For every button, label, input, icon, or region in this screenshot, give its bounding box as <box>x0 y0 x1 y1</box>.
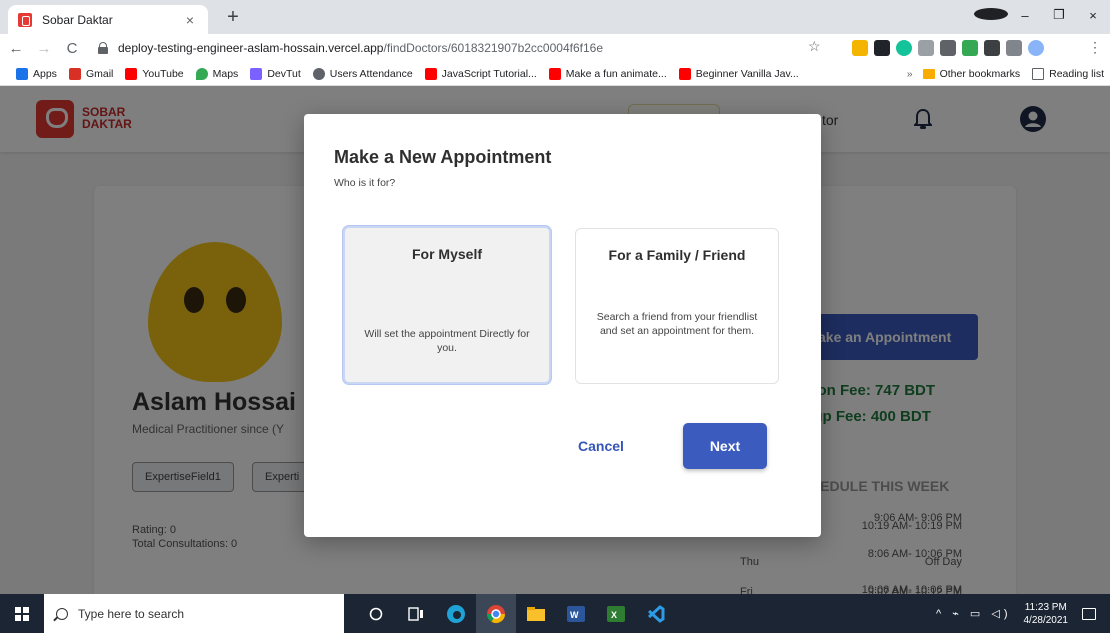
reload-icon[interactable]: C <box>60 40 84 57</box>
grammarly-icon[interactable] <box>896 40 912 56</box>
window-controls: – ❐ × <box>974 0 1110 30</box>
browser-tab[interactable]: Sobar Daktar × <box>8 5 208 34</box>
task-view-icon[interactable] <box>396 594 436 633</box>
svg-text:X: X <box>611 610 617 620</box>
word-icon[interactable]: W <box>556 594 596 633</box>
reading-list[interactable]: Reading list <box>1032 68 1104 80</box>
tab-title: Sobar Daktar <box>42 12 113 27</box>
clock[interactable]: 11:23 PM 4/28/2021 <box>1024 601 1069 627</box>
bookmark-item[interactable]: Users Attendance <box>312 67 413 80</box>
cancel-button[interactable]: Cancel <box>556 432 646 460</box>
edge-browser-icon[interactable] <box>436 594 476 633</box>
apps-grid-icon <box>16 67 28 80</box>
url-path: /findDoctors/6018321907b2cc0004f6f16e <box>383 41 603 55</box>
bookmarks-bar-right: » Other bookmarks Reading list <box>907 62 1104 86</box>
puzzle-extensions-icon[interactable] <box>984 40 1000 56</box>
shield-extension-icon[interactable] <box>962 40 978 56</box>
cortana-icon[interactable] <box>356 594 396 633</box>
bookmarks-bar: Apps Gmail YouTube Maps DevTut Users Att… <box>0 62 1110 86</box>
bookmark-item[interactable]: Gmail <box>68 67 113 80</box>
media-queue-icon[interactable] <box>1006 40 1022 56</box>
screen-capture-icon[interactable] <box>940 40 956 56</box>
bookmark-item[interactable]: Make a fun animate... <box>548 67 667 80</box>
clock-time: 11:23 PM <box>1024 601 1067 613</box>
new-tab-button[interactable]: + <box>222 6 244 28</box>
reading-list-icon <box>1032 68 1045 80</box>
tab-close-icon[interactable]: × <box>182 12 198 28</box>
youtube-icon <box>548 67 561 80</box>
react-devtools-icon[interactable] <box>874 40 890 56</box>
minimize-button[interactable]: – <box>1008 8 1042 23</box>
chrome-menu-icon[interactable]: ⋮ <box>1088 39 1102 56</box>
site-favicon-icon <box>18 12 32 27</box>
next-button[interactable]: Next <box>683 423 767 469</box>
windows-taskbar: Type here to search W X ^ ⌁ ▭ ◁) 11:23 P… <box>0 594 1110 633</box>
youtube-icon <box>125 67 138 80</box>
extensions-area <box>852 40 1044 56</box>
other-bookmarks[interactable]: Other bookmarks <box>922 68 1020 80</box>
bookmarks-overflow-button[interactable]: » <box>907 68 913 80</box>
close-window-button[interactable]: × <box>1076 8 1110 23</box>
notifications-icon[interactable] <box>1082 607 1096 620</box>
xampp-icon[interactable]: X <box>596 594 636 633</box>
search-icon <box>56 607 68 620</box>
youtube-icon <box>424 67 437 80</box>
appointment-modal: Make a New Appointment Who is it for? Fo… <box>304 114 821 537</box>
forward-arrow-icon[interactable]: → <box>32 40 56 57</box>
search-placeholder: Type here to search <box>78 606 185 621</box>
chrome-browser-icon[interactable] <box>476 594 516 633</box>
option-for-family-friend[interactable]: For a Family / Friend Search a friend fr… <box>575 228 779 384</box>
tray-icons[interactable]: ^ ⌁ ▭ ◁) <box>936 607 1011 620</box>
clock-date: 4/28/2021 <box>1023 614 1069 626</box>
youtube-icon <box>678 67 691 80</box>
bookmark-item[interactable]: YouTube <box>125 67 184 80</box>
vscode-icon[interactable] <box>636 594 676 633</box>
url-host: deploy-testing-engineer-aslam-hossain.ve… <box>118 41 384 55</box>
user-avatar-icon[interactable] <box>1028 40 1044 56</box>
devtut-icon <box>250 67 263 80</box>
profile-icon[interactable] <box>974 7 1008 23</box>
bookmark-item[interactable]: Apps <box>16 67 57 80</box>
folder-icon <box>922 69 935 79</box>
browser-toolbar: ← → C deploy-testing-engineer-aslam-hoss… <box>0 34 1110 62</box>
maps-icon <box>195 67 208 80</box>
lock-icon[interactable] <box>98 42 108 54</box>
option-description: Search a friend from your friendlist and… <box>596 311 758 337</box>
globe-icon <box>312 67 325 80</box>
thumbs-up-extension-icon[interactable] <box>852 40 868 56</box>
file-explorer-icon[interactable] <box>516 594 556 633</box>
option-title: For Myself <box>411 246 482 262</box>
back-arrow-icon[interactable]: ← <box>4 40 28 57</box>
bookmark-item[interactable]: JavaScript Tutorial... <box>424 67 537 80</box>
browser-tab-strip: Sobar Daktar × + – ❐ × <box>0 0 1110 34</box>
gmail-icon <box>68 67 81 80</box>
taskbar-search-input[interactable]: Type here to search <box>44 594 344 633</box>
bookmark-item[interactable]: DevTut <box>250 67 301 80</box>
option-for-myself[interactable]: For Myself Will set the appointment Dire… <box>343 226 551 384</box>
option-title: For a Family / Friend <box>608 247 746 263</box>
option-description: Will set the appointment Directly for yo… <box>364 328 530 354</box>
bookmark-item[interactable]: Beginner Vanilla Jav... <box>678 67 799 80</box>
modal-subtitle: Who is it for? <box>334 177 396 189</box>
system-tray: ^ ⌁ ▭ ◁) 11:23 PM 4/28/2021 <box>936 594 1110 633</box>
restore-button[interactable]: ❐ <box>1042 7 1076 23</box>
modal-title: Make a New Appointment <box>334 147 552 167</box>
windows-start-icon[interactable] <box>0 594 44 633</box>
taskbar-apps: W X <box>356 594 676 633</box>
svg-text:W: W <box>570 610 579 620</box>
bookmark-star-icon[interactable]: ☆ <box>808 38 821 55</box>
camera-extension-icon[interactable] <box>918 40 934 56</box>
address-bar[interactable]: deploy-testing-engineer-aslam-hossain.ve… <box>98 37 830 59</box>
bookmark-item[interactable]: Maps <box>195 67 238 80</box>
